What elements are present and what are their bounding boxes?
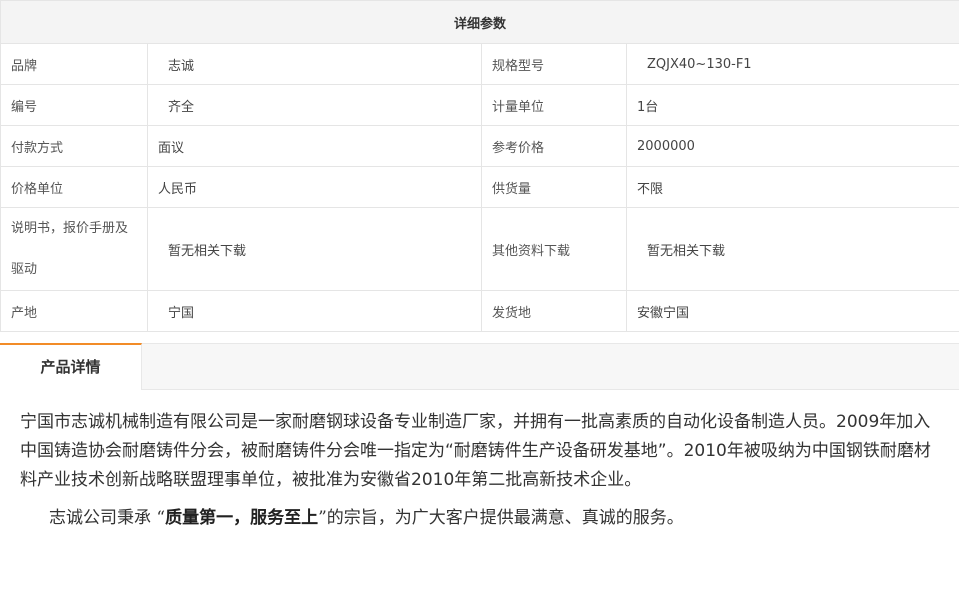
motto-suffix: ”的宗旨，为广大客户提供最满意、真诚的服务。 [318, 508, 684, 528]
param-value: 宁国 [147, 290, 482, 332]
param-value: 不限 [625, 166, 959, 208]
param-label: 编号 [0, 84, 148, 126]
description-paragraph: 宁国市志诚机械制造有限公司是一家耐磨钢球设备专业制造厂家，并拥有一批高素质的自动… [20, 412, 931, 490]
param-value: ZQJX40~130-F1 [625, 43, 959, 85]
param-label: 计量单位 [481, 84, 627, 126]
product-description: 宁国市志诚机械制造有限公司是一家耐磨钢球设备专业制造厂家，并拥有一批高素质的自动… [20, 408, 940, 533]
table-row: 价格单位 人民币 供货量 不限 [0, 166, 959, 208]
param-label: 品牌 [0, 43, 148, 85]
motto-bold: 质量第一，服务至上 [165, 508, 319, 528]
param-label: 参考价格 [481, 125, 627, 167]
param-label: 说明书，报价手册及驱动 [0, 207, 148, 291]
param-label: 价格单位 [0, 166, 148, 208]
param-label: 规格型号 [481, 43, 627, 85]
param-value: 1台 [625, 84, 959, 126]
param-value: 齐全 [147, 84, 482, 126]
param-label: 产地 [0, 290, 148, 332]
table-row: 编号 齐全 计量单位 1台 [0, 84, 959, 126]
table-row: 付款方式 面议 参考价格 2000000 [0, 125, 959, 167]
description-paragraph: 志诚公司秉承 “质量第一，服务至上”的宗旨，为广大客户提供最满意、真诚的服务。 [20, 504, 940, 533]
params-title: 详细参数 [0, 0, 959, 44]
param-value: 志诚 [147, 43, 482, 85]
param-value: 人民币 [147, 166, 482, 208]
detail-tab-bar: 产品详情 [0, 343, 959, 390]
table-row: 品牌 志诚 规格型号 ZQJX40~130-F1 [0, 43, 959, 85]
param-value: 安徽宁国 [625, 290, 959, 332]
manual-download-link[interactable]: 暂无相关下载 [147, 207, 482, 291]
motto-prefix: 志诚公司秉承 “ [49, 508, 166, 528]
param-label: 供货量 [481, 166, 627, 208]
other-download-link[interactable]: 暂无相关下载 [625, 207, 959, 291]
param-label: 付款方式 [0, 125, 148, 167]
param-value: 面议 [147, 125, 482, 167]
params-table: 详细参数 品牌 志诚 规格型号 ZQJX40~130-F1 编号 齐全 计量单位… [0, 0, 959, 332]
table-row: 说明书，报价手册及驱动 暂无相关下载 其他资料下载 暂无相关下载 [0, 207, 959, 291]
table-row: 产地 宁国 发货地 安徽宁国 [0, 290, 959, 332]
param-label: 发货地 [481, 290, 627, 332]
tab-product-details[interactable]: 产品详情 [0, 343, 142, 390]
param-label: 其他资料下载 [481, 207, 627, 291]
param-value: 2000000 [625, 125, 959, 167]
